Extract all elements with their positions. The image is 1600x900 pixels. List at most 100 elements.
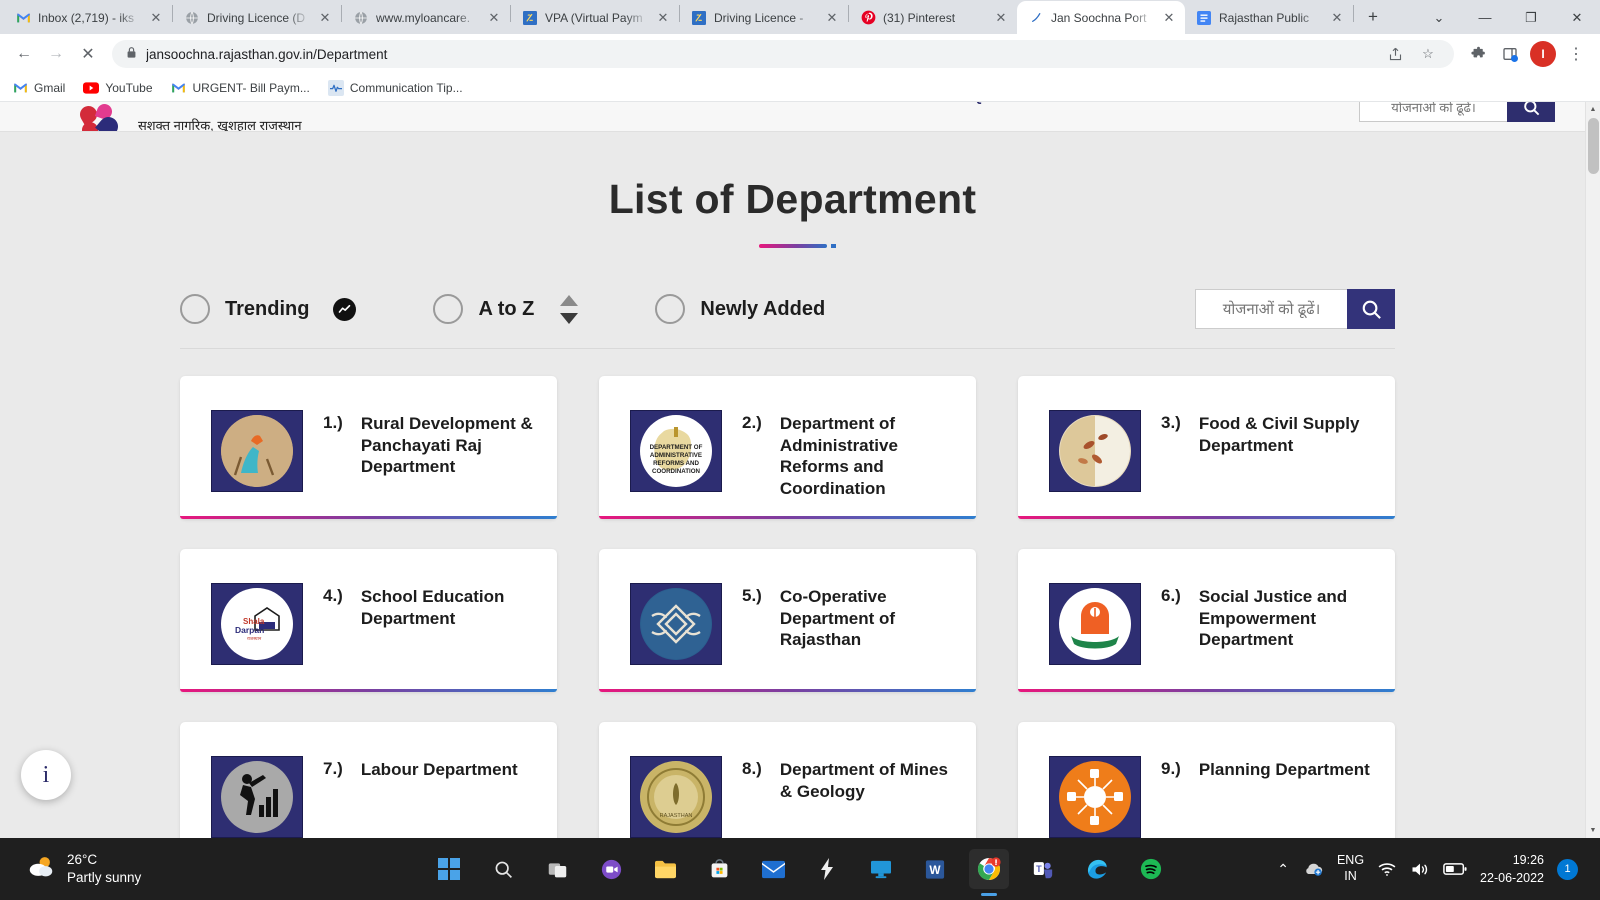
speaker-icon[interactable]: [1410, 861, 1430, 878]
bookmark-item[interactable]: Gmail: [12, 80, 65, 96]
new-tab-button[interactable]: +: [1359, 3, 1387, 31]
side-panel-icon[interactable]: [1495, 39, 1525, 69]
filter-trending[interactable]: Trending: [180, 294, 357, 324]
browser-tab[interactable]: (31) Pinterest ✕: [849, 1, 1017, 34]
microsoft-store-button[interactable]: [699, 849, 739, 889]
close-icon[interactable]: ✕: [148, 10, 164, 26]
address-bar[interactable]: jansoochna.rajasthan.gov.in/Department ☆: [112, 40, 1454, 68]
page-content: List of Department Trending A to Z Newly…: [0, 176, 1585, 838]
spotify-button[interactable]: [1131, 849, 1171, 889]
department-card[interactable]: DEPARTMENT OF ADMINISTRATIVE REFORMS AND CO…: [599, 376, 976, 520]
site-logo[interactable]: सशक्त नागरिक, खुशहाल राजस्थान: [76, 102, 302, 131]
scroll-down-arrow[interactable]: ▼: [1586, 823, 1600, 838]
snipping-tool-button[interactable]: [807, 849, 847, 889]
edge-button[interactable]: [1077, 849, 1117, 889]
browser-tab-active[interactable]: Jan Soochna Port ✕: [1017, 1, 1185, 34]
weather-widget[interactable]: 26°C Partly sunny: [12, 851, 141, 887]
accessibility-widget-button[interactable]: i: [21, 750, 71, 800]
department-card[interactable]: 6.) Social Justice and Empowerment Depar…: [1018, 549, 1395, 693]
close-icon[interactable]: ✕: [655, 10, 671, 26]
browser-tab[interactable]: VPA (Virtual Paym ✕: [511, 1, 679, 34]
shala-darpan-logo: Shala Darpan राजस्थान: [211, 583, 303, 666]
close-icon[interactable]: ✕: [317, 10, 333, 26]
header-search-input[interactable]: [1359, 102, 1507, 122]
header-search-button[interactable]: [1507, 102, 1555, 122]
close-window-button[interactable]: ✕: [1554, 1, 1600, 34]
radio-a-to-z[interactable]: [433, 294, 464, 324]
card-number: 7.): [323, 759, 343, 779]
filter-newly-added[interactable]: Newly Added: [655, 294, 825, 324]
back-icon[interactable]: ←: [9, 39, 39, 69]
card-number: 6.): [1161, 586, 1181, 606]
page-title: List of Department: [608, 176, 977, 222]
browser-tab[interactable]: Driving Licence (D ✕: [173, 1, 341, 34]
scrollbar-thumb[interactable]: [1588, 118, 1599, 174]
puzzle-icon[interactable]: [1463, 39, 1493, 69]
department-card[interactable]: 7.) Labour Department: [180, 722, 557, 838]
nav-item-faq[interactable]: FAQ: [954, 102, 984, 104]
wifi-icon[interactable]: [1377, 861, 1397, 877]
close-icon[interactable]: ✕: [993, 10, 1009, 26]
meet-now-button[interactable]: [591, 849, 631, 889]
minimize-button[interactable]: —: [1462, 1, 1508, 34]
browser-tab[interactable]: www.myloancare. ✕: [342, 1, 510, 34]
radio-newly-added[interactable]: [655, 294, 686, 324]
notification-badge[interactable]: 1: [1557, 858, 1578, 880]
close-icon[interactable]: ✕: [1161, 10, 1177, 26]
nav-item-media[interactable]: MEDIA: [717, 102, 764, 104]
filter-a-to-z[interactable]: A to Z: [433, 294, 579, 324]
bookmark-item[interactable]: Communication Tip...: [327, 79, 463, 96]
scroll-up-arrow[interactable]: ▲: [1586, 102, 1600, 117]
tab-search-button[interactable]: ⌄: [1416, 1, 1462, 34]
chrome-menu-icon[interactable]: ⋮: [1561, 39, 1591, 69]
teams-button[interactable]: T: [1023, 849, 1063, 889]
pinterest-icon: [860, 10, 876, 26]
department-card[interactable]: 1.) Rural Development & Panchayati Raj D…: [180, 376, 557, 520]
avatar[interactable]: I: [1530, 41, 1556, 67]
start-button[interactable]: [429, 849, 469, 889]
browser-tab[interactable]: Inbox (2,719) - iks ✕: [4, 1, 172, 34]
word-button[interactable]: W: [915, 849, 955, 889]
mail-button[interactable]: [753, 849, 793, 889]
search-button[interactable]: [483, 849, 523, 889]
department-card[interactable]: Shala Darpan राजस्थान 4.) School Education…: [180, 549, 557, 693]
nav-item-help-desk[interactable]: HELP DESK: [817, 102, 899, 104]
language-indicator[interactable]: ENG IN: [1337, 853, 1364, 884]
nav-item-schemes[interactable]: SCHEMES: [463, 102, 534, 104]
forward-icon[interactable]: →: [41, 39, 71, 69]
search-input[interactable]: [1195, 289, 1347, 329]
department-card[interactable]: 5.) Co-Operative Department of Rajasthan: [599, 549, 976, 693]
maximize-button[interactable]: ❐: [1508, 1, 1554, 34]
share-icon[interactable]: [1383, 47, 1407, 62]
clock[interactable]: 19:26 22-06-2022: [1480, 851, 1544, 887]
browser-tab[interactable]: Driving Licence - ✕: [680, 1, 848, 34]
file-explorer-button[interactable]: [645, 849, 685, 889]
bookmark-item[interactable]: URGENT- Bill Paym...: [171, 80, 310, 96]
battery-icon[interactable]: [1443, 862, 1467, 876]
sort-arrows-icon[interactable]: [560, 294, 579, 324]
tab-title: Driving Licence -: [714, 10, 804, 25]
search-button[interactable]: [1347, 289, 1395, 329]
close-icon[interactable]: ✕: [824, 10, 840, 26]
nav-item-home[interactable]: HOME: [366, 102, 409, 104]
card-number: 1.): [323, 413, 343, 432]
close-icon[interactable]: ✕: [1329, 10, 1345, 26]
department-card[interactable]: 9.) Planning Department: [1018, 722, 1395, 838]
nav-item-about-us[interactable]: ABOUT US: [587, 102, 662, 104]
remote-desktop-button[interactable]: [861, 849, 901, 889]
onedrive-icon[interactable]: [1302, 861, 1324, 877]
radio-trending[interactable]: [180, 294, 210, 324]
stop-loading-icon[interactable]: ✕: [73, 39, 103, 69]
task-view-button[interactable]: [537, 849, 577, 889]
chevron-up-icon[interactable]: ⌃: [1277, 861, 1289, 878]
page-scrollbar[interactable]: ▲ ▼: [1585, 102, 1600, 838]
document-icon: [691, 10, 707, 26]
chrome-button[interactable]: [969, 849, 1009, 889]
department-card[interactable]: 3.) Food & Civil Supply Department: [1018, 376, 1395, 520]
browser-tab[interactable]: Rajasthan Public ✕: [1185, 1, 1353, 34]
department-card[interactable]: RAJASTHAN 8.) Department of Mines & Geol…: [599, 722, 976, 838]
bookmark-star-icon[interactable]: ☆: [1416, 46, 1440, 62]
bookmark-item[interactable]: YouTube: [83, 80, 153, 96]
department-search: [1195, 289, 1395, 329]
close-icon[interactable]: ✕: [486, 10, 502, 26]
